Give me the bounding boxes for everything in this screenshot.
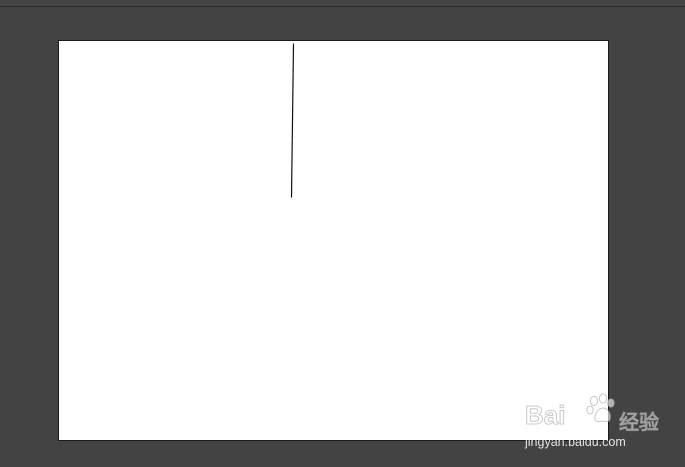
top-panel-edge	[0, 0, 685, 7]
drawn-vertical-line[interactable]	[290, 43, 295, 198]
artboard[interactable]	[58, 40, 609, 441]
watermark-logo-suffix: 经验	[619, 410, 660, 435]
canvas-workspace[interactable]: Bai 经验 jingyan.baidu.com	[0, 0, 685, 467]
artboard-drawing	[290, 43, 295, 198]
